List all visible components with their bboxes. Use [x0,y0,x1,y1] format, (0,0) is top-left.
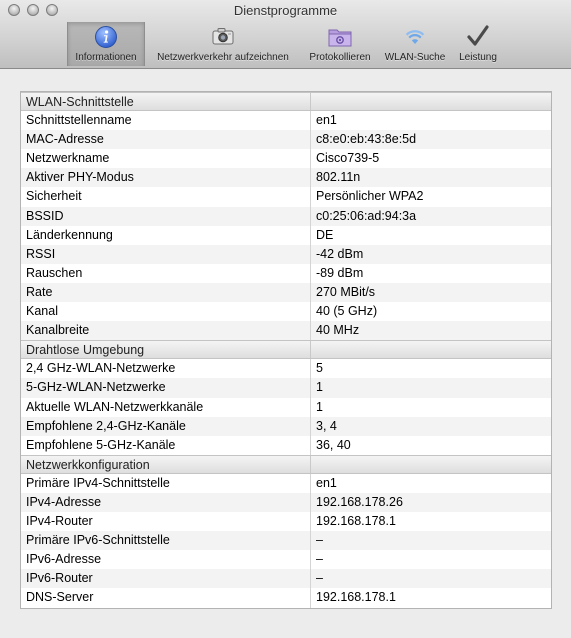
row-key: Primäre IPv6-Schnittstelle [21,531,311,551]
camera-icon [212,28,234,45]
row-value: en1 [316,113,337,128]
table-row[interactable]: IPv4-Router 192.168.178.1 [21,512,551,532]
row-value: DE [316,227,334,242]
row-value: -89 dBm [316,265,364,280]
table-row[interactable]: Länderkennung DE [21,225,551,245]
row-key: Rauschen [21,263,311,283]
row-value: -42 dBm [316,246,364,261]
row-value: 1 [316,399,323,414]
section-header: WLAN-Schnittstelle [21,92,551,112]
tab-protokollieren-label: Protokollieren [309,52,371,63]
row-value: – [316,571,323,586]
tab-informationen[interactable]: Informationen [67,22,145,66]
table-row[interactable]: Primäre IPv6-Schnittstelle – [21,531,551,551]
row-key: BSSID [21,206,311,226]
section-title: WLAN-Schnittstelle [21,93,311,111]
table-row[interactable]: Rate 270 MBit/s [21,282,551,303]
row-value: 270 MBit/s [316,284,376,299]
info-table[interactable]: WLAN-Schnittstelle Schnittstellenname en1 M… [20,91,552,609]
row-value: 802.11n [316,170,361,185]
row-key: Sicherheit [21,187,311,207]
table-row[interactable]: Rauschen -89 dBm [21,263,551,283]
row-key: Empfohlene 5-GHz-Kanäle [21,435,311,455]
table-row[interactable]: Empfohlene 2,4-GHz-Kanäle 3, 4 [21,416,551,436]
row-key: Empfohlene 2,4-GHz-Kanäle [21,416,311,436]
row-value: 5 [316,361,323,376]
table-row[interactable]: Kanalbreite 40 MHz [21,321,551,341]
tab-netzwerkverkehr-label: Netzwerkverkehr aufzeichnen [157,52,289,63]
toolbar: Dienstprogramme Informationen Netzwerkve… [0,0,571,69]
tab-leistung-label: Leistung [459,52,497,63]
row-key: Netzwerkname [21,149,311,169]
content-area: WLAN-Schnittstelle Schnittstellenname en1 M… [0,69,571,638]
tab-informationen-label: Informationen [75,52,137,63]
table-row[interactable]: Primäre IPv4-Schnittstelle en1 [21,473,551,493]
row-value: – [316,533,323,548]
row-value: Cisco739-5 [316,151,380,166]
row-key: Aktuelle WLAN-Netzwerkkanäle [21,397,311,417]
row-key: 5-GHz-WLAN-Netzwerke [21,378,311,398]
row-key: Länderkennung [21,225,311,245]
row-value: 192.168.178.1 [316,514,396,529]
table-row[interactable]: Netzwerkname Cisco739-5 [21,149,551,169]
table-row[interactable]: BSSID c0:25:06:ad:94:3a [21,206,551,226]
row-key: RSSI [21,244,311,264]
row-key: 2,4 GHz-WLAN-Netzwerke [21,359,311,379]
row-value: 36, 40 [316,437,351,452]
section-header: Netzwerkkonfiguration [21,454,551,474]
row-value: Persönlicher WPA2 [316,189,424,204]
table-row[interactable]: 2,4 GHz-WLAN-Netzwerke 5 [21,359,551,379]
section-title: Drahtlose Umgebung [21,341,311,359]
window-title: Dienstprogramme [233,3,338,18]
tab-wlan-suche-label: WLAN-Suche [384,52,446,63]
row-key: Aktiver PHY-Modus [21,168,311,188]
row-key: IPv6-Adresse [21,550,311,570]
table-row[interactable]: Sicherheit Persönlicher WPA2 [21,187,551,207]
row-value: 1 [316,380,323,395]
row-key: MAC-Adresse [21,130,311,150]
table-row[interactable]: 5-GHz-WLAN-Netzwerke 1 [21,378,551,398]
row-key: Schnittstellenname [21,111,311,131]
log-folder-icon [328,29,352,47]
row-value: 3, 4 [316,418,337,433]
table-row[interactable]: Schnittstellenname en1 [21,111,551,131]
tab-leistung[interactable]: Leistung [452,22,504,66]
tab-protokollieren[interactable]: Protokollieren [302,22,378,66]
row-value: c8:e0:eb:43:8e:5d [316,132,417,147]
table-row[interactable]: Kanal 40 (5 GHz) [21,302,551,322]
row-key: DNS-Server [21,588,311,608]
table-row[interactable]: IPv4-Adresse 192.168.178.26 [21,492,551,513]
checkmark-icon [467,25,489,46]
row-value: 192.168.178.26 [316,494,403,509]
table-row[interactable]: Aktuelle WLAN-Netzwerkkanäle 1 [21,397,551,417]
utilities-window: Dienstprogramme Informationen Netzwerkve… [0,0,571,638]
section-header: Drahtlose Umgebung [21,340,551,360]
table-row[interactable]: IPv6-Router – [21,569,551,589]
row-value: c0:25:06:ad:94:3a [316,208,417,223]
tab-wlan-suche[interactable]: WLAN-Suche [380,22,450,66]
row-value: 40 (5 GHz) [316,304,378,319]
row-key: IPv4-Router [21,512,311,532]
row-value: 40 MHz [316,323,360,338]
row-key: Primäre IPv4-Schnittstelle [21,473,311,493]
table-row[interactable]: RSSI -42 dBm [21,244,551,264]
wifi-icon [405,30,425,44]
row-key: Rate [21,282,311,303]
table-row[interactable]: Empfohlene 5-GHz-Kanäle 36, 40 [21,435,551,455]
table-row[interactable]: MAC-Adresse c8:e0:eb:43:8e:5d [21,130,551,150]
section-title: Netzwerkkonfiguration [21,455,311,473]
row-value: – [316,552,323,567]
table-row[interactable]: IPv6-Adresse – [21,550,551,570]
row-key: Kanalbreite [21,321,311,341]
table-row[interactable]: DNS-Server 192.168.178.1 [21,588,551,608]
row-key: IPv6-Router [21,569,311,589]
row-key: IPv4-Adresse [21,492,311,513]
table-row[interactable]: Aktiver PHY-Modus 802.11n [21,168,551,188]
row-value: 192.168.178.1 [316,590,396,605]
row-value: en1 [316,475,337,490]
info-icon [95,26,117,48]
tab-netzwerkverkehr-aufzeichnen[interactable]: Netzwerkverkehr aufzeichnen [148,22,298,66]
row-key: Kanal [21,302,311,322]
